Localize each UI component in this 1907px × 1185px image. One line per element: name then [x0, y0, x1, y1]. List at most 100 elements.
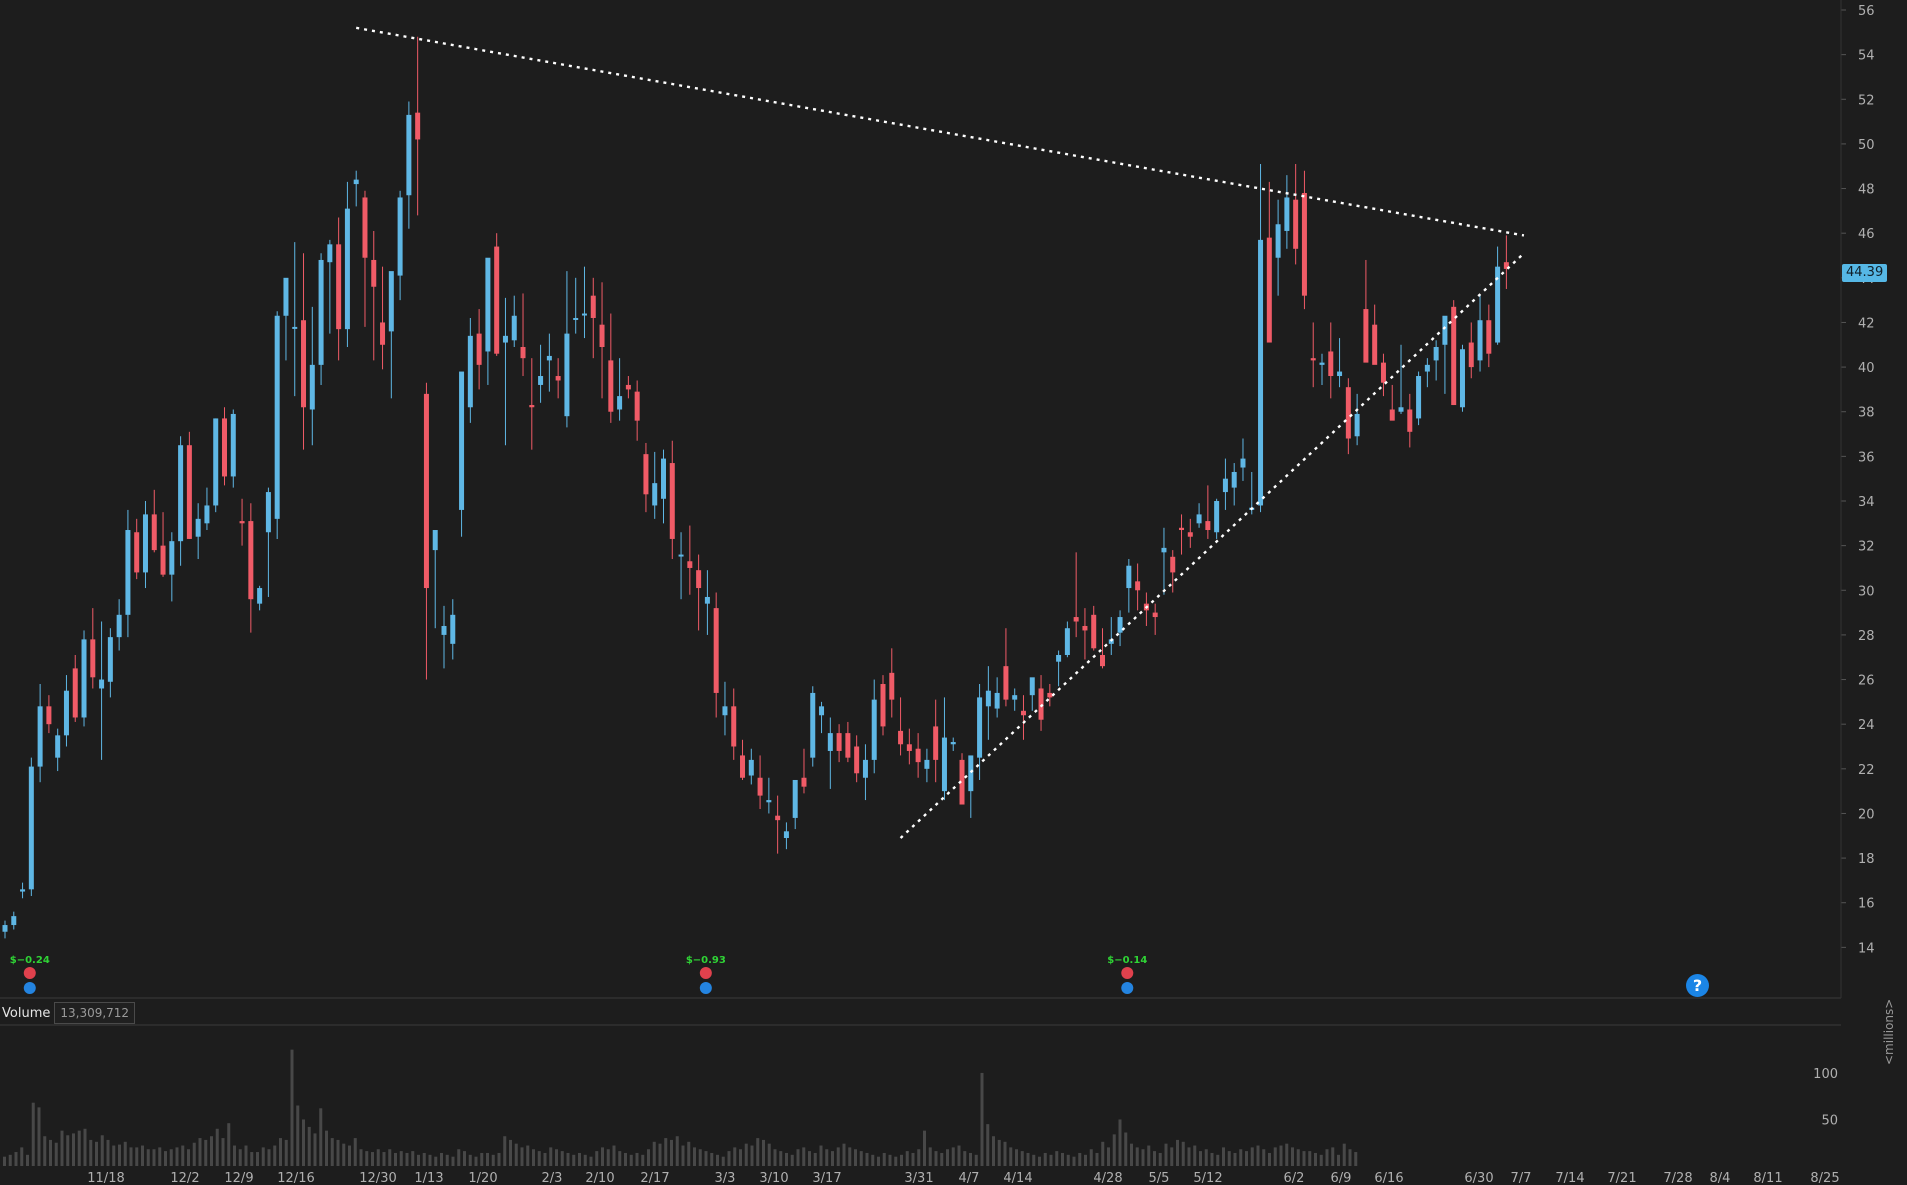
volume-bar [963, 1151, 967, 1166]
volume-bar [451, 1156, 455, 1166]
candle-body [880, 684, 886, 727]
candle-body [906, 744, 912, 751]
volume-bar [198, 1138, 202, 1166]
candle-body [55, 735, 61, 758]
date-tick-label: 1/13 [414, 1171, 443, 1185]
price-tick-label: 16 [1858, 897, 1875, 912]
candle [1056, 650, 1062, 687]
candle [1495, 246, 1501, 345]
volume-bar [698, 1149, 702, 1166]
candle-body [265, 492, 271, 533]
candle [959, 753, 965, 805]
volume-bar [129, 1147, 133, 1166]
volume-bar [1084, 1154, 1087, 1166]
chart-area[interactable]: $−0.24 $−0.93 $−0.14 14 16 18 20 22 24 26 28 30 32 3… [0, 0, 1907, 1185]
candle-body [274, 315, 280, 519]
candle-body [924, 759, 930, 769]
candle-body [362, 197, 368, 258]
date-tick-label: 6/30 [1464, 1171, 1493, 1185]
volume-bar [859, 1151, 863, 1166]
candle-body [99, 679, 105, 689]
volume-bar [164, 1151, 167, 1166]
candle-body [494, 246, 500, 354]
candle [1047, 684, 1053, 707]
date-tick-label: 7/14 [1555, 1171, 1584, 1185]
candle-body [520, 347, 526, 359]
candle-body [327, 244, 333, 263]
price-tick-label: 52 [1858, 93, 1875, 108]
candle-body [1187, 532, 1193, 537]
candle-body [1416, 376, 1422, 419]
price-tick-label: 34 [1858, 495, 1875, 510]
volume-bar [1020, 1151, 1024, 1166]
candle [467, 317, 473, 423]
candle-body [1012, 695, 1018, 700]
volume-bar [572, 1154, 576, 1166]
volume-bar [957, 1145, 961, 1166]
candle-body [423, 393, 429, 589]
price-chart[interactable]: $−0.24 $−0.93 $−0.14 14 16 18 20 22 24 26 28 30 32 3… [0, 0, 1907, 1185]
volume-bar [319, 1108, 323, 1166]
date-tick-label: 6/9 [1331, 1171, 1352, 1185]
candle-body [1468, 342, 1474, 368]
candle [581, 266, 587, 339]
candle-body [1056, 654, 1062, 662]
volume-bar [1072, 1156, 1076, 1166]
candle [309, 306, 315, 446]
candle-body [37, 706, 43, 767]
volume-bar [1078, 1152, 1082, 1166]
candle-body [941, 737, 947, 792]
volume-bar [589, 1156, 593, 1166]
candle [1073, 552, 1079, 638]
volume-label: Volume [2, 1005, 51, 1021]
volume-bar [509, 1139, 512, 1166]
volume-bar [37, 1107, 41, 1166]
volume-bar [1325, 1149, 1329, 1166]
date-tick-label: 7/7 [1511, 1171, 1532, 1185]
volume-bar [169, 1149, 173, 1166]
earnings-icon [1121, 967, 1134, 979]
candle [72, 654, 78, 722]
help-button[interactable]: ? [1686, 974, 1709, 997]
volume-bar [325, 1130, 328, 1166]
price-tick-label: 22 [1858, 763, 1875, 778]
date-tick-label: 12/2 [170, 1171, 199, 1185]
volume-bar [1153, 1151, 1156, 1166]
candle [748, 748, 754, 785]
volume-header: Volume 13,309,712 [0, 1002, 136, 1024]
candle [90, 608, 96, 689]
candle-body [11, 916, 17, 926]
candle [985, 666, 991, 740]
candle-body [564, 333, 570, 417]
candle-body [344, 208, 350, 330]
volume-bar [1256, 1145, 1260, 1166]
volume-bar [1216, 1154, 1220, 1166]
volume-bar [693, 1147, 696, 1166]
volume-bar [877, 1156, 880, 1166]
candle-body [1152, 612, 1158, 618]
candle-body [1003, 666, 1009, 700]
volume-bar [1239, 1149, 1243, 1166]
candle-body [538, 376, 544, 385]
volume-bar [1066, 1154, 1070, 1166]
candles-layer [2, 36, 1509, 939]
candle [441, 605, 447, 669]
volume-bar [279, 1138, 282, 1166]
volume-bar [112, 1145, 116, 1166]
volume-bar [894, 1156, 898, 1166]
earnings-icon [699, 967, 712, 979]
candle-body [213, 418, 219, 506]
candle-body [257, 588, 263, 604]
volume-bar [445, 1154, 449, 1166]
date-tick-label: 4/7 [959, 1171, 980, 1185]
volume-bar [560, 1151, 564, 1166]
candle [485, 257, 491, 385]
volume-bar [566, 1152, 570, 1166]
volume-bar [601, 1147, 604, 1166]
candle [116, 599, 122, 651]
volume-bar [583, 1154, 587, 1166]
candle-body [740, 755, 746, 778]
price-tick-label: 38 [1858, 406, 1875, 421]
candle [1416, 371, 1422, 426]
candle [178, 436, 184, 566]
